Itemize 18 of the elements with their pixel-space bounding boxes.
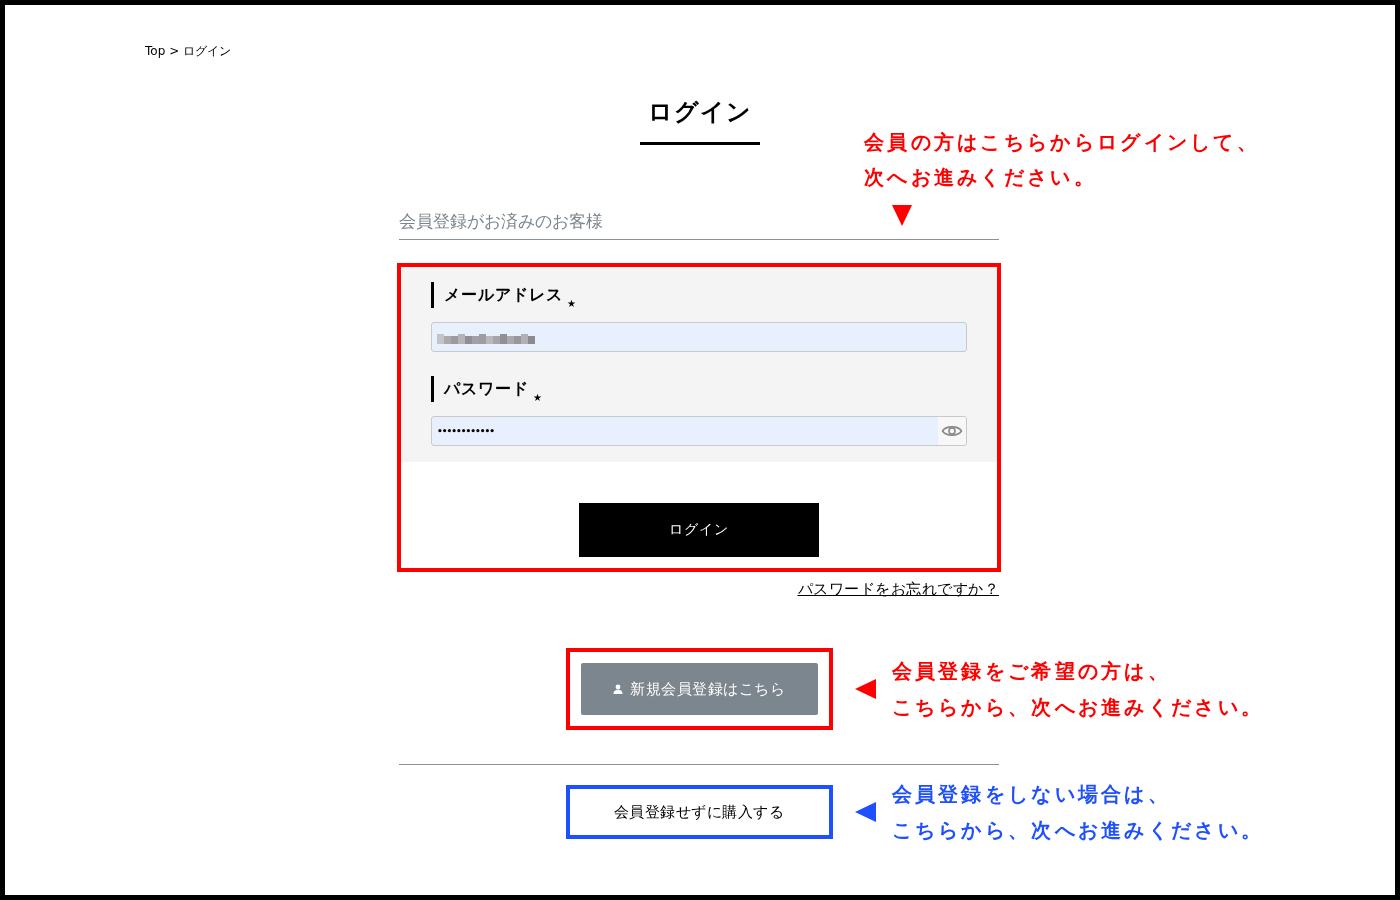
required-mark: ★ [533, 392, 542, 404]
page-title: ログイン [640, 96, 760, 145]
required-mark: ★ [567, 298, 576, 310]
breadcrumb-current: ログイン [183, 43, 232, 59]
annotation-text: 会員の方はこちらからログインして、 次へお進みください。 [864, 129, 1261, 191]
person-icon [613, 684, 623, 694]
breadcrumb-link[interactable]: Top [145, 43, 166, 59]
password-field[interactable]: •••••••••••• [431, 416, 967, 446]
breadcrumb-separator: > [169, 43, 180, 59]
field-label: パスワード [431, 376, 529, 402]
login-button[interactable]: ログイン [579, 503, 819, 557]
eye-icon[interactable] [941, 424, 963, 438]
annotation-text: 会員登録をご希望の方は、 こちらから、次へお進みください。 [891, 658, 1265, 721]
forgot-password-link[interactable]: パスワードをお忘れですか？ [797, 579, 999, 599]
register-button[interactable]: 新規会員登録はこちら [580, 663, 818, 715]
email-field[interactable] [431, 322, 967, 352]
annotation-text: 会員登録をしない場合は、 こちらから、次へお進みください。 [891, 781, 1265, 844]
field-label: メールアドレス [431, 282, 563, 308]
